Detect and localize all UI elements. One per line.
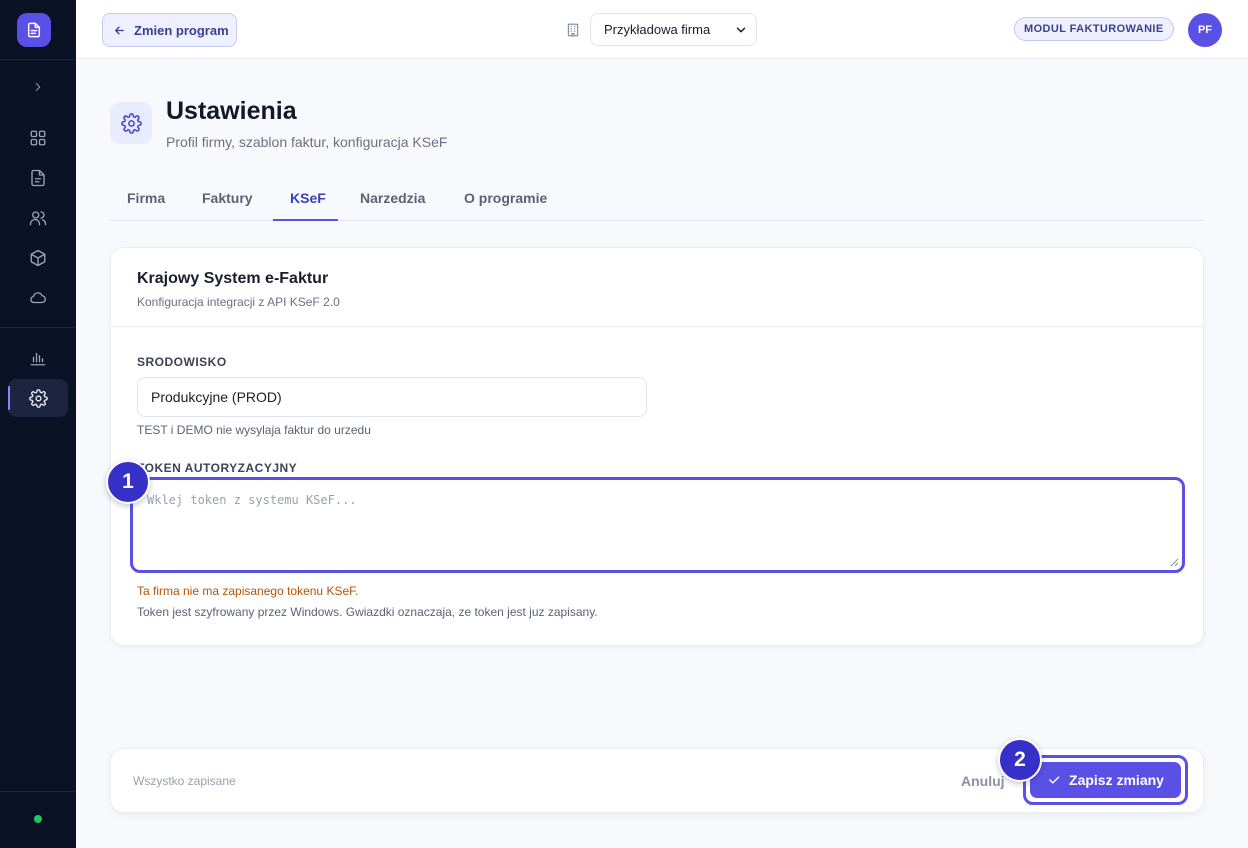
document-icon bbox=[27, 22, 41, 38]
sidebar-item-ksef-cloud[interactable] bbox=[8, 279, 68, 317]
save-button-highlight: Zapisz zmiany bbox=[1023, 755, 1188, 805]
chevron-right-icon bbox=[35, 82, 41, 92]
arrow-left-icon bbox=[115, 26, 124, 34]
company-select-value: Przykładowa firma bbox=[604, 22, 711, 37]
save-button[interactable]: Zapisz zmiany bbox=[1030, 762, 1181, 798]
app-logo[interactable] bbox=[17, 13, 51, 47]
sidebar-divider bbox=[0, 791, 76, 792]
tab-faktury[interactable]: Faktury bbox=[202, 190, 253, 206]
resize-grip-icon[interactable] bbox=[1169, 557, 1179, 567]
page-title: Ustawienia bbox=[166, 97, 297, 125]
sidebar-expand-button[interactable] bbox=[8, 68, 68, 106]
dashboard-icon bbox=[30, 130, 46, 146]
ksef-settings-card: Krajowy System e-Faktur Konfiguracja int… bbox=[110, 247, 1204, 646]
environment-select[interactable]: Produkcyjne (PROD) bbox=[137, 377, 647, 417]
user-avatar[interactable]: PF bbox=[1188, 13, 1222, 47]
tab-ksef[interactable]: KSeF bbox=[290, 190, 326, 206]
check-icon bbox=[1049, 776, 1060, 784]
gear-icon bbox=[28, 388, 48, 408]
token-input[interactable] bbox=[139, 485, 1176, 565]
chevron-down-icon bbox=[736, 27, 746, 33]
step-marker-1: 1 bbox=[106, 460, 150, 504]
settings-tabs: Firma Faktury KSeF Narzedzia O programie bbox=[110, 178, 1204, 221]
chart-icon bbox=[30, 352, 46, 366]
step-marker-2: 2 bbox=[998, 738, 1042, 782]
card-title: Krajowy System e-Faktur bbox=[137, 270, 329, 287]
environment-hint: TEST i DEMO nie wysylaja faktur do urzed… bbox=[137, 423, 371, 437]
save-status: Wszystko zapisane bbox=[133, 774, 236, 788]
sidebar bbox=[0, 0, 76, 848]
environment-select-value: Produkcyjne (PROD) bbox=[151, 389, 282, 405]
active-tab-indicator bbox=[273, 219, 338, 221]
sidebar-item-settings[interactable] bbox=[8, 379, 68, 417]
token-hint: Token jest szyfrowany przez Windows. Gwi… bbox=[137, 605, 598, 619]
users-icon bbox=[29, 211, 47, 226]
change-program-label: Zmien program bbox=[134, 22, 229, 38]
page-subtitle: Profil firmy, szablon faktur, konfigurac… bbox=[166, 134, 448, 150]
gear-icon bbox=[120, 112, 142, 134]
document-icon bbox=[31, 169, 45, 187]
sidebar-item-dashboard[interactable] bbox=[8, 119, 68, 157]
settings-header-icon bbox=[110, 102, 152, 144]
sidebar-item-invoices[interactable] bbox=[8, 159, 68, 197]
save-button-label: Zapisz zmiany bbox=[1069, 772, 1164, 788]
tab-firma[interactable]: Firma bbox=[127, 190, 165, 206]
cancel-button[interactable]: Anuluj bbox=[961, 773, 1005, 789]
tab-o-programie[interactable]: O programie bbox=[464, 190, 547, 206]
building-icon bbox=[567, 23, 579, 37]
token-warning: Ta firma nie ma zapisanego tokenu KSeF. bbox=[137, 584, 359, 598]
environment-label: SRODOWISKO bbox=[137, 355, 227, 369]
sidebar-item-contractors[interactable] bbox=[8, 199, 68, 237]
card-subtitle: Konfiguracja integracji z API KSeF 2.0 bbox=[137, 295, 340, 309]
token-label: TOKEN AUTORYZACYJNY bbox=[137, 461, 298, 475]
token-field-highlight bbox=[130, 477, 1185, 573]
tab-narzedzia[interactable]: Narzedzia bbox=[360, 190, 425, 206]
top-bar: Zmien program Przykładowa firma MODUL FA… bbox=[76, 0, 1248, 59]
sidebar-divider bbox=[0, 327, 76, 328]
box-icon bbox=[30, 249, 46, 267]
cloud-icon bbox=[30, 292, 46, 304]
sidebar-item-products[interactable] bbox=[8, 239, 68, 277]
connection-status-dot bbox=[34, 815, 42, 823]
sidebar-item-reports[interactable] bbox=[8, 339, 68, 377]
card-divider bbox=[111, 326, 1203, 327]
module-badge: MODUL FAKTUROWANIE bbox=[1014, 17, 1174, 41]
change-program-button[interactable]: Zmien program bbox=[102, 13, 237, 47]
company-select[interactable]: Przykładowa firma bbox=[590, 13, 757, 46]
sidebar-divider bbox=[0, 59, 76, 60]
